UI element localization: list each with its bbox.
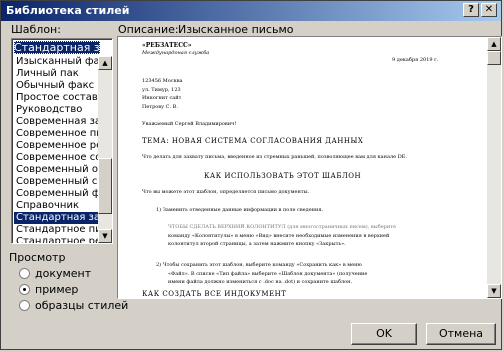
template-label: Шаблон:	[11, 23, 61, 36]
preview-option-label[interactable]: пример	[35, 283, 78, 296]
template-list[interactable]: Стандартная записка Изысканный факсЛичны…	[11, 38, 113, 244]
preview-option-label[interactable]: образцы стилей	[35, 299, 128, 312]
description-value: Изысканное письмо	[178, 23, 294, 36]
template-list-item[interactable]: Современный сост.	[14, 176, 108, 188]
doc-subject: ТЕМА: НОВАЯ СИСТЕМА СОГЛАСОВАНИЯ ДАННЫХ	[142, 137, 364, 145]
doc-item-2-line-1: 2) Чтобы сохранить этот шаблон, выберите…	[156, 262, 362, 268]
close-button[interactable]: ✕	[481, 3, 497, 17]
scroll-down-button[interactable]: ▼	[98, 229, 112, 243]
scroll-up-button[interactable]: ▲	[98, 56, 112, 70]
template-list-item[interactable]: Современное резюме	[14, 140, 108, 152]
title-bar: Библиотека стилей ? ✕	[1, 1, 501, 21]
doc-address-3: Инкогнит сайт	[142, 95, 182, 101]
doc-para-1: Что вы можете этот шаблон, определяется …	[142, 189, 310, 195]
ok-button[interactable]: OK	[351, 323, 417, 345]
preview-scrollbar[interactable]: ▲ ▼	[487, 37, 501, 298]
preview-option-label[interactable]: документ	[35, 267, 91, 280]
template-list-item[interactable]: Стандартная записка	[14, 212, 108, 224]
doc-item-1-line-1: ЧТОБЫ СДЕЛАТЬ ВЕРХНИЙ КОЛОНТИТУЛ (для мн…	[168, 224, 396, 230]
template-list-item[interactable]: Личный пак	[14, 68, 108, 80]
doc-heading-1: КАК ИСПОЛЬЗОВАТЬ ЭТОТ ШАБЛОН	[204, 172, 362, 180]
help-button[interactable]: ?	[463, 3, 479, 17]
preview-scroll-up-button[interactable]: ▲	[487, 37, 501, 51]
preview-option-radio[interactable]	[19, 284, 30, 295]
document-preview: «РЕБЗАТЕСС» Междунардоная служба 9 декаб…	[117, 36, 502, 299]
preview-scroll-thumb[interactable]	[487, 51, 501, 65]
preview-option-radio[interactable]	[19, 268, 30, 279]
doc-item-1-line-3: колонтитул второй страницы, а затем нажм…	[168, 241, 346, 247]
template-list-item[interactable]: Современный факс	[14, 188, 108, 200]
template-list-item[interactable]: Справочник	[14, 200, 108, 212]
doc-address-2: ул. Тимур, 123	[142, 87, 181, 93]
scroll-thumb[interactable]	[98, 158, 112, 214]
style-gallery-dialog: Библиотека стилей ? ✕ Шаблон: Описание: …	[0, 0, 502, 350]
template-list-item[interactable]: Изысканный факс	[14, 56, 108, 68]
template-list-items: Изысканный факс Личный пак Обычный факс Про…	[14, 56, 108, 243]
doc-address-4: Петрову С. В.	[142, 104, 178, 110]
doc-intro: Что делать для захвату письма, введенное…	[142, 154, 407, 160]
dialog-title: Библиотека стилей	[6, 4, 130, 17]
preview-options-group: Просмотр документ пример образцы стилей	[9, 251, 128, 325]
template-list-item[interactable]: Руководство	[14, 104, 108, 116]
doc-date: 9 декабря 2019 г.	[392, 57, 439, 63]
doc-item-1: 1) Заменить отведенные данные информации…	[156, 207, 324, 213]
template-list-item[interactable]: Простое составление	[14, 92, 108, 104]
template-list-scrollbar[interactable]: ▲ ▼	[98, 56, 112, 243]
template-list-item[interactable]: Стандартное письмо	[14, 224, 108, 236]
doc-subtitle: Междунардоная служба	[142, 50, 210, 56]
template-list-item[interactable]: Современное сост.	[14, 152, 108, 164]
doc-item-2-line-3: имени файла должно измениться с .doc на …	[168, 279, 353, 285]
doc-greeting: Уважаемый Сергей Владимирович!	[142, 121, 237, 127]
preview-scroll-down-button[interactable]: ▼	[487, 284, 501, 298]
preview-label: Просмотр	[9, 251, 66, 264]
template-list-selected[interactable]: Стандартная записка	[14, 41, 100, 54]
description-label: Описание:	[118, 23, 179, 36]
preview-option-radio[interactable]	[19, 300, 30, 311]
doc-address-1: 123456 Москва	[142, 78, 183, 84]
cancel-button[interactable]: Отмена	[426, 323, 496, 345]
doc-company: «РЕБЗАТЕСС»	[142, 42, 192, 49]
doc-heading-2: КАК СОЗДАТЬ ВСЕ ИНДОКУМЕНТ	[142, 290, 287, 298]
template-list-item[interactable]: Стандартное резюме	[14, 236, 108, 243]
template-list-item[interactable]: Современный отчет	[14, 164, 108, 176]
template-list-item[interactable]: Современная записка	[14, 116, 108, 128]
doc-item-2-line-2: «Файл». В списке «Тип файла» выберите «Ш…	[168, 271, 368, 277]
template-list-item[interactable]: Современное письмо	[14, 128, 108, 140]
doc-item-1-line-2: команду «Колонтитулы» в меню «Вид» внеси…	[168, 233, 390, 239]
template-list-item[interactable]: Обычный факс	[14, 80, 108, 92]
